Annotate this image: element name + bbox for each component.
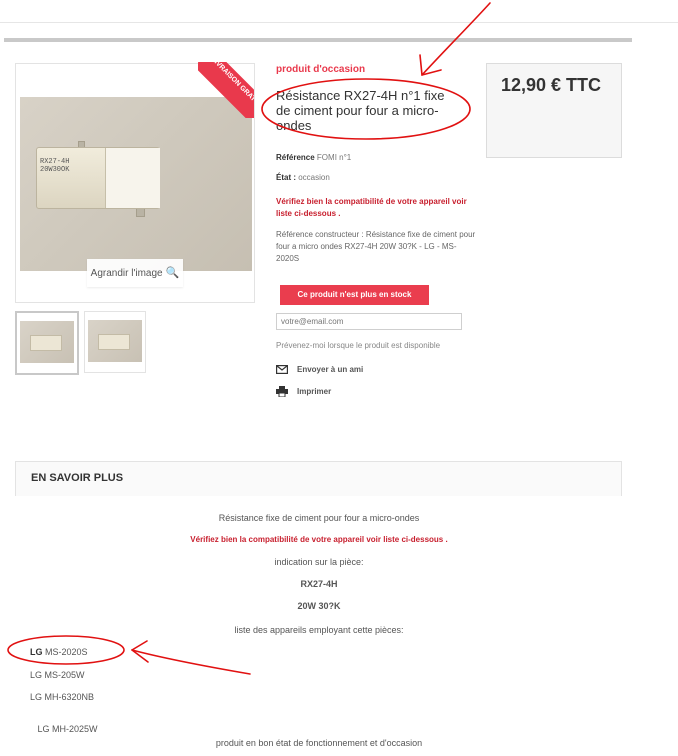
more-info-tab[interactable]: EN SAVOIR PLUS bbox=[15, 461, 622, 496]
print-label: Imprimer bbox=[297, 387, 332, 396]
more-info-compat: Vérifiez bien la compatibilité de votre … bbox=[190, 535, 448, 544]
header-divider bbox=[0, 22, 678, 23]
state-value: occasion bbox=[298, 173, 330, 182]
more-info-rating: 20W 30?K bbox=[297, 601, 341, 611]
more-info-list-intro: liste des appareils employant cette pièc… bbox=[234, 625, 404, 635]
printer-icon bbox=[276, 386, 288, 397]
print-link[interactable]: Imprimer bbox=[276, 386, 331, 397]
notify-email-input[interactable] bbox=[276, 313, 462, 330]
reference-label: Référence bbox=[276, 153, 315, 162]
resistor-marking-line: 20W30OK bbox=[40, 166, 70, 174]
thumbnail-1[interactable] bbox=[15, 311, 79, 375]
annotation-arrow bbox=[131, 649, 251, 675]
notify-text: Prévenez-moi lorsque le produit est disp… bbox=[276, 341, 441, 350]
appliance-model: LG MH-2025W bbox=[35, 724, 98, 734]
more-info-heading: EN SAVOIR PLUS bbox=[31, 472, 124, 484]
product-description: Référence constructeur : Résistance fixe… bbox=[276, 230, 476, 263]
appliance-model: LG MS-205W bbox=[30, 670, 85, 680]
appliance-model: LG MH-6320NB bbox=[30, 692, 95, 702]
resistor-band bbox=[105, 148, 160, 208]
appliance-item: LG MS-2020S bbox=[30, 647, 88, 657]
zoom-label: Agrandir l'image bbox=[90, 268, 163, 279]
top-bar bbox=[4, 38, 632, 42]
annotation-arrowhead bbox=[131, 640, 149, 663]
ribbon-label: LIVRAISON GRATUITE bbox=[198, 62, 254, 118]
envelope-icon bbox=[276, 365, 288, 374]
magnifier-icon: 🔍 bbox=[165, 267, 180, 279]
reference-value: FOMI n°1 bbox=[316, 153, 352, 162]
appliance-item: LG MH-6320NB bbox=[30, 692, 94, 702]
annotation-arrowhead bbox=[419, 54, 442, 76]
zoom-button[interactable]: Agrandir l'image 🔍 bbox=[87, 259, 183, 287]
appliance-item: LG MS-205W bbox=[30, 670, 85, 680]
thumbnail-2[interactable] bbox=[84, 311, 146, 373]
more-info-footer: produit en bon état de fonctionnement et… bbox=[215, 738, 423, 748]
appliance-item: LG MH-2025W bbox=[30, 714, 98, 734]
product-title: Résistance RX27-4H n°1 fixe de ciment po… bbox=[276, 88, 445, 133]
thumbnail-image bbox=[88, 320, 142, 362]
state-label: État : bbox=[276, 173, 296, 182]
price-box: 12,90 € TTC bbox=[486, 63, 622, 158]
product-price: 12,90 € TTC bbox=[501, 75, 602, 95]
send-to-friend-label: Envoyer à un ami bbox=[297, 365, 364, 374]
out-of-stock-badge: Ce produit n'est plus en stock bbox=[280, 285, 429, 305]
more-info-part: RX27-4H bbox=[300, 579, 338, 589]
thumbnail-image bbox=[20, 321, 74, 363]
appliance-model: MS-2020S bbox=[45, 647, 88, 657]
resistor-picture: RX27-4H 20W30OK bbox=[36, 147, 160, 209]
resistor-marking: RX27-4H 20W30OK bbox=[40, 158, 69, 174]
appliance-brand: LG bbox=[30, 647, 43, 657]
condition-label: produit d'occasion bbox=[276, 64, 366, 75]
free-shipping-ribbon: LIVRAISON GRATUITE bbox=[198, 62, 254, 118]
compatibility-note: Vérifiez bien la compatibilité de votre … bbox=[276, 197, 467, 218]
state-row: État : occasion bbox=[276, 173, 330, 182]
more-info-line: Résistance fixe de ciment pour four a mi… bbox=[218, 513, 420, 523]
send-to-friend-link[interactable]: Envoyer à un ami bbox=[276, 365, 363, 374]
reference-row: Référence FOMI n°1 bbox=[276, 153, 351, 162]
product-photo: RX27-4H 20W30OK bbox=[20, 97, 252, 271]
more-info-indication: indication sur la pièce: bbox=[274, 557, 364, 567]
resistor-marking-line: RX27-4H bbox=[40, 158, 70, 166]
